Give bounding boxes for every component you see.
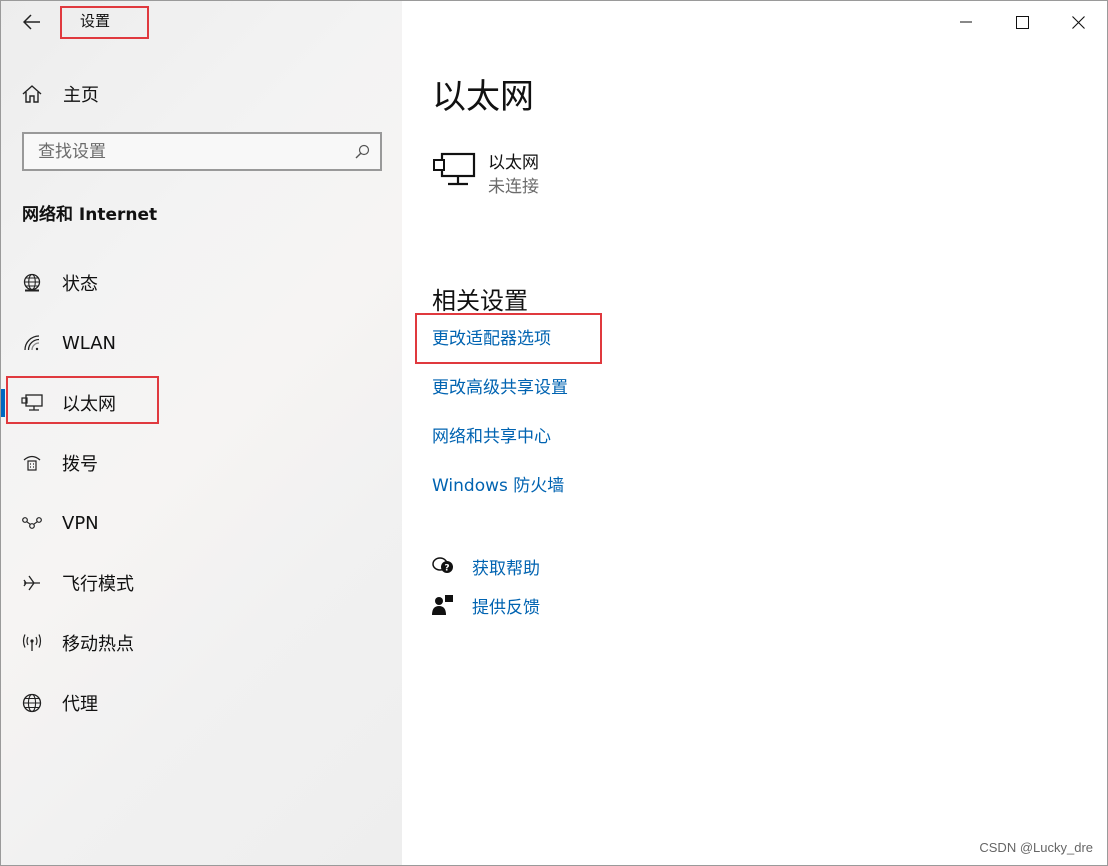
home-label: 主页 [63,85,99,106]
search-box[interactable] [22,132,382,171]
globe-icon [21,692,43,714]
app-title: 设置 [80,12,111,30]
sidebar-item-label: 移动热点 [62,634,134,655]
vpn-icon [21,512,43,534]
maximize-button[interactable] [999,5,1045,39]
sidebar-item-label: 代理 [62,694,98,715]
sidebar-item-label: 以太网 [62,394,116,415]
svg-text:?: ? [444,564,449,574]
feedback-label: 提供反馈 [472,597,540,618]
sidebar-item-home[interactable]: 主页 [21,79,321,109]
link-advanced-sharing[interactable]: 更改高级共享设置 [432,373,568,398]
feedback-link[interactable]: 提供反馈 [432,591,540,619]
help-chat-icon: ? [432,557,453,574]
sidebar-item-label: WLAN [62,332,117,354]
sidebar-item-hotspot[interactable]: 移动热点 [1,618,402,668]
sidebar: 设置 主页 网络和 Internet [1,1,402,865]
back-button[interactable] [15,7,49,37]
link-network-sharing-center[interactable]: 网络和共享中心 [432,422,551,447]
sidebar-item-proxy[interactable]: 代理 [1,678,402,728]
adapter-name: 以太网 [488,153,539,173]
sidebar-item-label: 状态 [62,274,98,295]
main-content: 以太网 以太网 未连接 相关设置 更改适配器选项 更改高级共享设置 网络和共享中… [402,1,1107,865]
close-button[interactable] [1055,5,1101,39]
sidebar-item-airplane[interactable]: 飞行模式 [1,558,402,608]
home-icon [22,85,42,103]
minimize-icon [960,21,972,23]
wifi-icon [21,332,43,354]
search-icon[interactable] [354,144,370,160]
minimize-button[interactable] [943,5,989,39]
sidebar-item-ethernet[interactable]: 以太网 [1,378,402,428]
settings-window: 设置 主页 网络和 Internet [0,0,1108,866]
ethernet-icon [21,392,43,414]
airplane-icon [21,572,43,594]
sidebar-item-status[interactable]: 状态 [1,258,402,308]
ethernet-adapter-icon [433,152,476,186]
active-indicator [1,389,5,417]
feedback-person-icon [432,595,453,615]
get-help-label: 获取帮助 [472,558,540,579]
get-help-link[interactable]: ? 获取帮助 [432,552,540,580]
link-change-adapter-options[interactable]: 更改适配器选项 [432,324,551,349]
maximize-icon [1015,15,1029,29]
search-input[interactable] [38,141,338,162]
related-settings-title: 相关设置 [432,287,528,315]
hotspot-icon [21,632,43,654]
sidebar-item-label: VPN [62,512,99,534]
sidebar-item-vpn[interactable]: VPN [1,498,402,548]
close-icon [1071,15,1085,29]
sidebar-item-label: 飞行模式 [62,574,134,595]
link-windows-firewall[interactable]: Windows 防火墙 [432,471,564,496]
sidebar-item-dialup[interactable]: 拨号 [1,438,402,488]
globe-status-icon [21,272,43,294]
page-title: 以太网 [432,77,534,117]
dialup-icon [21,452,43,474]
sidebar-item-wlan[interactable]: WLAN [1,318,402,368]
back-arrow-icon [23,14,40,30]
adapter-state: 未连接 [488,177,539,197]
adapter-status[interactable]: 以太网 未连接 [432,151,539,201]
section-title: 网络和 Internet [22,205,158,225]
sidebar-item-label: 拨号 [62,454,98,475]
watermark: CSDN @Lucky_dre [979,840,1093,855]
